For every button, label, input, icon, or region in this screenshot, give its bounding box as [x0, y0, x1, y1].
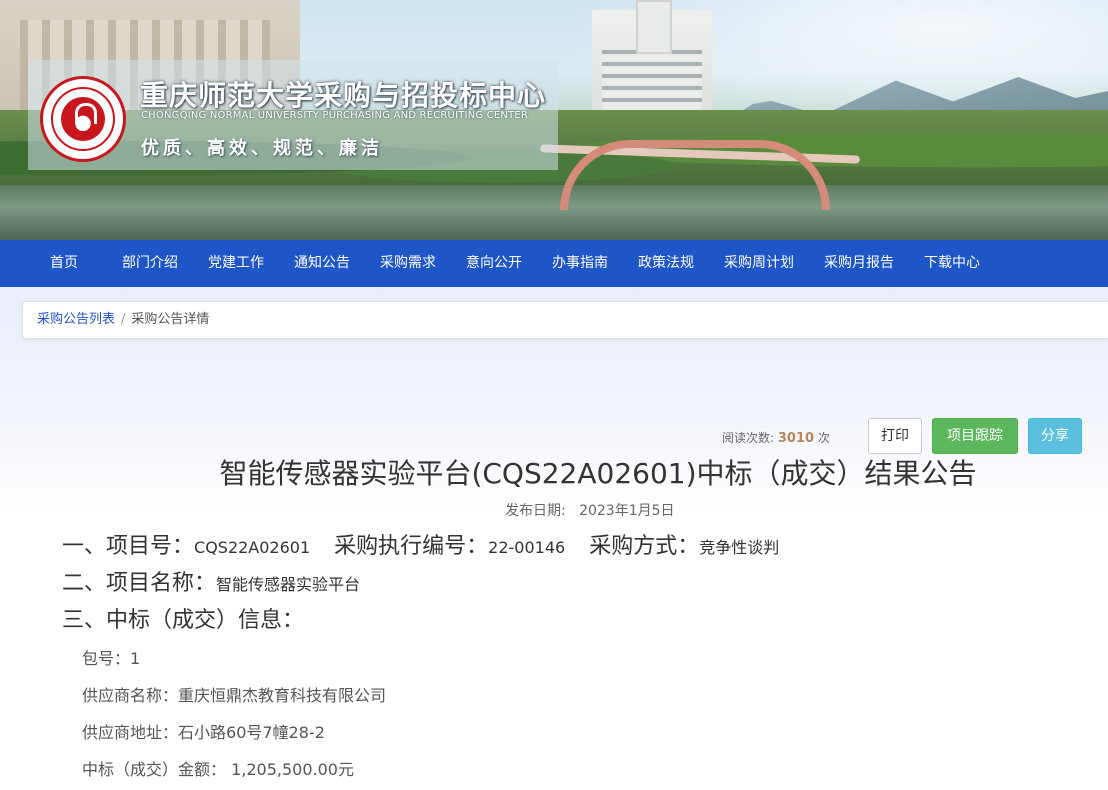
track-project-button[interactable]: 项目跟踪 — [932, 418, 1018, 454]
method-value: 竞争性谈判 — [699, 538, 780, 557]
article-title: 智能传感器实验平台(CQS22A02601)中标（成交）结果公告 — [219, 457, 977, 490]
breadcrumb-separator: / — [121, 312, 126, 327]
nav-item-home[interactable]: 首页 — [50, 240, 78, 287]
package-no: 包号：1 — [82, 645, 140, 669]
banner-bridge — [560, 140, 830, 210]
exec-no-label: 采购执行编号： — [334, 534, 489, 559]
nav-item-policies[interactable]: 政策法规 — [638, 240, 694, 287]
main-nav: 首页 部门介绍 党建工作 通知公告 采购需求 意向公开 办事指南 政策法规 采购… — [0, 240, 1108, 287]
award-amount-label: 中标（成交）金额： — [82, 760, 227, 779]
section-award-heading: 三、中标（成交）信息： — [62, 608, 305, 633]
package-no-value: 1 — [130, 649, 141, 668]
breadcrumb-parent-link[interactable]: 采购公告列表 — [37, 312, 115, 327]
award-amount: 中标（成交）金额： 1,205,500.00元 — [82, 756, 354, 780]
read-count: 阅读次数: 3010 次 — [722, 429, 830, 446]
university-seal-icon[interactable] — [40, 76, 126, 162]
supplier-address: 供应商地址：石小路60号7幢28-2 — [82, 719, 325, 743]
nav-item-department[interactable]: 部门介绍 — [122, 240, 178, 287]
project-name-value: 智能传感器实验平台 — [216, 575, 361, 594]
read-count-value: 3010 — [777, 431, 815, 446]
site-subtitle: CHONGQING NORMAL UNIVERSITY PURCHASING A… — [141, 110, 529, 121]
supplier-name-label: 供应商名称： — [82, 686, 179, 705]
project-no-label: 一、项目号： — [62, 534, 195, 559]
seal-core — [61, 97, 105, 141]
nav-item-notices[interactable]: 通知公告 — [294, 240, 350, 287]
publish-date: 发布日期: 2023年1月5日 — [505, 500, 675, 520]
project-name-label: 二、项目名称： — [62, 571, 217, 596]
method-label: 采购方式： — [589, 534, 700, 559]
supplier-address-value: 石小路60号7幢28-2 — [178, 723, 325, 742]
project-no-value: CQS22A02601 — [194, 538, 311, 557]
read-count-unit: 次 — [817, 431, 830, 445]
nav-item-monthly-report[interactable]: 采购月报告 — [824, 240, 894, 287]
section-project-info: 一、项目号：CQS22A02601 采购执行编号：22-00146 采购方式：竞争性… — [62, 528, 779, 560]
share-button[interactable]: 分享 — [1028, 418, 1082, 454]
nav-item-party[interactable]: 党建工作 — [208, 240, 264, 287]
publish-date-value: 2023年1月5日 — [579, 503, 675, 519]
supplier-name-value: 重庆恒鼎杰教育科技有限公司 — [178, 686, 387, 705]
nav-item-intentions[interactable]: 意向公开 — [466, 240, 522, 287]
nav-item-guide[interactable]: 办事指南 — [552, 240, 608, 287]
publish-date-label: 发布日期: — [505, 503, 566, 519]
nav-item-weekly-plan[interactable]: 采购周计划 — [724, 240, 794, 287]
site-title: 重庆师范大学采购与招投标中心 — [140, 79, 547, 112]
site-motto: 优质、高效、规范、廉洁 — [141, 138, 383, 159]
banner-lake — [0, 185, 1108, 240]
section-project-name: 二、项目名称：智能传感器实验平台 — [62, 565, 360, 597]
read-count-label: 阅读次数: — [722, 431, 775, 445]
print-button[interactable]: 打印 — [868, 418, 922, 454]
breadcrumb: 采购公告列表 / 采购公告详情 — [22, 301, 1108, 339]
breadcrumb-current: 采购公告详情 — [131, 312, 210, 327]
award-amount-value: 1,205,500.00元 — [231, 760, 354, 779]
supplier-address-label: 供应商地址： — [82, 723, 179, 742]
exec-no-value: 22-00146 — [488, 538, 566, 557]
nav-item-requirements[interactable]: 采购需求 — [380, 240, 436, 287]
header-banner: 重庆师范大学采购与招投标中心 CHONGQING NORMAL UNIVERSI… — [0, 0, 1108, 240]
supplier-name: 供应商名称：重庆恒鼎杰教育科技有限公司 — [82, 682, 386, 706]
package-no-label: 包号： — [82, 649, 131, 668]
nav-item-downloads[interactable]: 下载中心 — [924, 240, 980, 287]
